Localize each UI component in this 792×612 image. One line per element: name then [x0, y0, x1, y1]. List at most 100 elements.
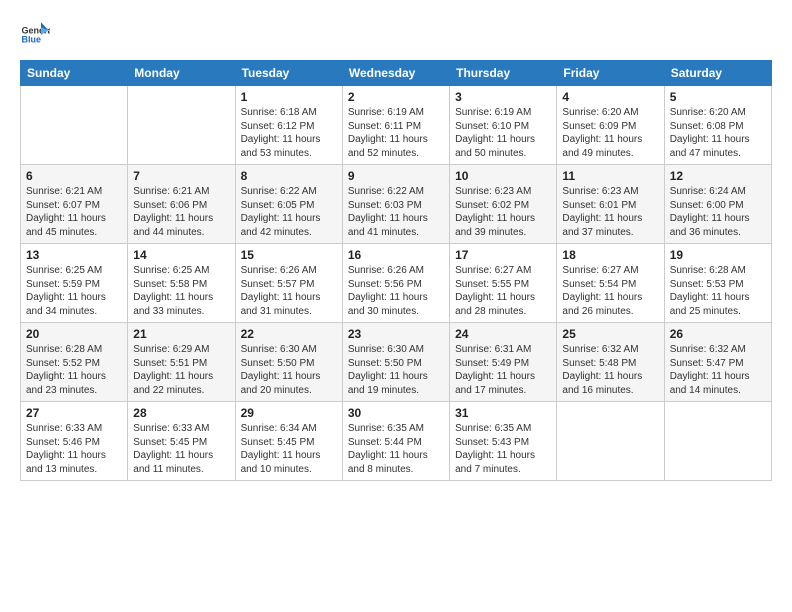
- day-info: Sunrise: 6:30 AMSunset: 5:50 PMDaylight:…: [241, 343, 337, 397]
- day-number: 10: [455, 169, 551, 183]
- day-number: 2: [348, 90, 444, 104]
- calendar-table: SundayMondayTuesdayWednesdayThursdayFrid…: [20, 60, 772, 481]
- day-number: 16: [348, 248, 444, 262]
- calendar-cell: 1 Sunrise: 6:18 AMSunset: 6:12 PMDaylight…: [235, 86, 342, 165]
- day-info: Sunrise: 6:35 AMSunset: 5:44 PMDaylight:…: [348, 422, 444, 476]
- day-number: 30: [348, 406, 444, 420]
- calendar-cell: 12 Sunrise: 6:24 AMSunset: 6:00 PMDayligh…: [664, 165, 771, 244]
- day-number: 4: [562, 90, 658, 104]
- day-info: Sunrise: 6:18 AMSunset: 6:12 PMDaylight:…: [241, 106, 337, 160]
- calendar-cell: 25Sunrise: 6:32 AMSunset: 5:48 PMDayligh…: [557, 323, 664, 402]
- day-number: 26: [670, 327, 766, 341]
- calendar-cell: 21 Sunrise: 6:29 AMSunset: 5:51 PMDayligh…: [128, 323, 235, 402]
- day-info: Sunrise: 6:30 AMSunset: 5:50 PMDaylight:…: [348, 343, 444, 397]
- calendar-week-row: 6 Sunrise: 6:21 AMSunset: 6:07 PMDaylight…: [21, 165, 772, 244]
- day-number: 18: [562, 248, 658, 262]
- day-number: 28: [133, 406, 229, 420]
- day-info: Sunrise: 6:19 AMSunset: 6:11 PMDaylight:…: [348, 106, 444, 160]
- day-info: Sunrise: 6:22 AMSunset: 6:05 PMDaylight:…: [241, 185, 337, 239]
- page-header: GeneralBlue: [20, 20, 772, 50]
- day-info: Sunrise: 6:32 AMSunset: 5:47 PMDaylight:…: [670, 343, 766, 397]
- day-info: Sunrise: 6:26 AMSunset: 5:57 PMDaylight:…: [241, 264, 337, 318]
- day-info: Sunrise: 6:26 AMSunset: 5:56 PMDaylight:…: [348, 264, 444, 318]
- day-number: 31: [455, 406, 551, 420]
- calendar-cell: 9Sunrise: 6:22 AMSunset: 6:03 PMDaylight…: [342, 165, 449, 244]
- day-number: 19: [670, 248, 766, 262]
- calendar-week-row: 20 Sunrise: 6:28 AMSunset: 5:52 PMDayligh…: [21, 323, 772, 402]
- day-number: 29: [241, 406, 337, 420]
- weekday-header-monday: Monday: [128, 61, 235, 86]
- day-number: 20: [26, 327, 122, 341]
- calendar-header-row: SundayMondayTuesdayWednesdayThursdayFrid…: [21, 61, 772, 86]
- calendar-cell: [664, 402, 771, 481]
- day-info: Sunrise: 6:25 AMSunset: 5:58 PMDaylight:…: [133, 264, 229, 318]
- day-info: Sunrise: 6:23 AMSunset: 6:02 PMDaylight:…: [455, 185, 551, 239]
- calendar-cell: 20 Sunrise: 6:28 AMSunset: 5:52 PMDayligh…: [21, 323, 128, 402]
- day-number: 23: [348, 327, 444, 341]
- day-number: 22: [241, 327, 337, 341]
- calendar-week-row: 1 Sunrise: 6:18 AMSunset: 6:12 PMDaylight…: [21, 86, 772, 165]
- calendar-cell: 11Sunrise: 6:23 AMSunset: 6:01 PMDayligh…: [557, 165, 664, 244]
- calendar-cell: [128, 86, 235, 165]
- calendar-cell: 7Sunrise: 6:21 AMSunset: 6:06 PMDaylight…: [128, 165, 235, 244]
- calendar-cell: 30 Sunrise: 6:35 AMSunset: 5:44 PMDayligh…: [342, 402, 449, 481]
- calendar-week-row: 27 Sunrise: 6:33 AMSunset: 5:46 PMDayligh…: [21, 402, 772, 481]
- day-info: Sunrise: 6:33 AMSunset: 5:46 PMDaylight:…: [26, 422, 122, 476]
- day-number: 21: [133, 327, 229, 341]
- calendar-cell: 31 Sunrise: 6:35 AMSunset: 5:43 PMDayligh…: [450, 402, 557, 481]
- weekday-header-saturday: Saturday: [664, 61, 771, 86]
- day-number: 12: [670, 169, 766, 183]
- day-number: 6: [26, 169, 122, 183]
- day-number: 27: [26, 406, 122, 420]
- calendar-cell: 4 Sunrise: 6:20 AMSunset: 6:09 PMDaylight…: [557, 86, 664, 165]
- day-info: Sunrise: 6:20 AMSunset: 6:09 PMDaylight:…: [562, 106, 658, 160]
- calendar-cell: 19 Sunrise: 6:28 AMSunset: 5:53 PMDayligh…: [664, 244, 771, 323]
- weekday-header-thursday: Thursday: [450, 61, 557, 86]
- day-info: Sunrise: 6:33 AMSunset: 5:45 PMDaylight:…: [133, 422, 229, 476]
- day-number: 17: [455, 248, 551, 262]
- weekday-header-friday: Friday: [557, 61, 664, 86]
- weekday-header-tuesday: Tuesday: [235, 61, 342, 86]
- day-info: Sunrise: 6:21 AMSunset: 6:06 PMDaylight:…: [133, 185, 229, 239]
- weekday-header-sunday: Sunday: [21, 61, 128, 86]
- day-info: Sunrise: 6:22 AMSunset: 6:03 PMDaylight:…: [348, 185, 444, 239]
- svg-text:Blue: Blue: [22, 35, 42, 45]
- calendar-cell: [557, 402, 664, 481]
- day-info: Sunrise: 6:28 AMSunset: 5:52 PMDaylight:…: [26, 343, 122, 397]
- calendar-cell: 5 Sunrise: 6:20 AMSunset: 6:08 PMDaylight…: [664, 86, 771, 165]
- calendar-cell: 18 Sunrise: 6:27 AMSunset: 5:54 PMDayligh…: [557, 244, 664, 323]
- day-number: 3: [455, 90, 551, 104]
- day-info: Sunrise: 6:35 AMSunset: 5:43 PMDaylight:…: [455, 422, 551, 476]
- day-info: Sunrise: 6:19 AMSunset: 6:10 PMDaylight:…: [455, 106, 551, 160]
- day-number: 14: [133, 248, 229, 262]
- day-info: Sunrise: 6:23 AMSunset: 6:01 PMDaylight:…: [562, 185, 658, 239]
- calendar-cell: 16 Sunrise: 6:26 AMSunset: 5:56 PMDayligh…: [342, 244, 449, 323]
- day-info: Sunrise: 6:29 AMSunset: 5:51 PMDaylight:…: [133, 343, 229, 397]
- day-info: Sunrise: 6:20 AMSunset: 6:08 PMDaylight:…: [670, 106, 766, 160]
- day-number: 1: [241, 90, 337, 104]
- calendar-cell: 23 Sunrise: 6:30 AMSunset: 5:50 PMDayligh…: [342, 323, 449, 402]
- day-info: Sunrise: 6:34 AMSunset: 5:45 PMDaylight:…: [241, 422, 337, 476]
- day-number: 13: [26, 248, 122, 262]
- day-number: 8: [241, 169, 337, 183]
- weekday-header-wednesday: Wednesday: [342, 61, 449, 86]
- calendar-cell: 10 Sunrise: 6:23 AMSunset: 6:02 PMDayligh…: [450, 165, 557, 244]
- day-number: 15: [241, 248, 337, 262]
- day-info: Sunrise: 6:25 AMSunset: 5:59 PMDaylight:…: [26, 264, 122, 318]
- calendar-cell: 28 Sunrise: 6:33 AMSunset: 5:45 PMDayligh…: [128, 402, 235, 481]
- day-number: 24: [455, 327, 551, 341]
- calendar-cell: 13 Sunrise: 6:25 AMSunset: 5:59 PMDayligh…: [21, 244, 128, 323]
- calendar-cell: 29 Sunrise: 6:34 AMSunset: 5:45 PMDayligh…: [235, 402, 342, 481]
- day-number: 5: [670, 90, 766, 104]
- day-info: Sunrise: 6:24 AMSunset: 6:00 PMDaylight:…: [670, 185, 766, 239]
- calendar-cell: 6 Sunrise: 6:21 AMSunset: 6:07 PMDaylight…: [21, 165, 128, 244]
- day-info: Sunrise: 6:27 AMSunset: 5:54 PMDaylight:…: [562, 264, 658, 318]
- calendar-cell: 14 Sunrise: 6:25 AMSunset: 5:58 PMDayligh…: [128, 244, 235, 323]
- day-info: Sunrise: 6:27 AMSunset: 5:55 PMDaylight:…: [455, 264, 551, 318]
- calendar-cell: 24Sunrise: 6:31 AMSunset: 5:49 PMDayligh…: [450, 323, 557, 402]
- day-info: Sunrise: 6:32 AMSunset: 5:48 PMDaylight:…: [562, 343, 658, 397]
- logo: GeneralBlue: [20, 20, 50, 50]
- calendar-cell: 2 Sunrise: 6:19 AMSunset: 6:11 PMDaylight…: [342, 86, 449, 165]
- day-info: Sunrise: 6:21 AMSunset: 6:07 PMDaylight:…: [26, 185, 122, 239]
- day-info: Sunrise: 6:28 AMSunset: 5:53 PMDaylight:…: [670, 264, 766, 318]
